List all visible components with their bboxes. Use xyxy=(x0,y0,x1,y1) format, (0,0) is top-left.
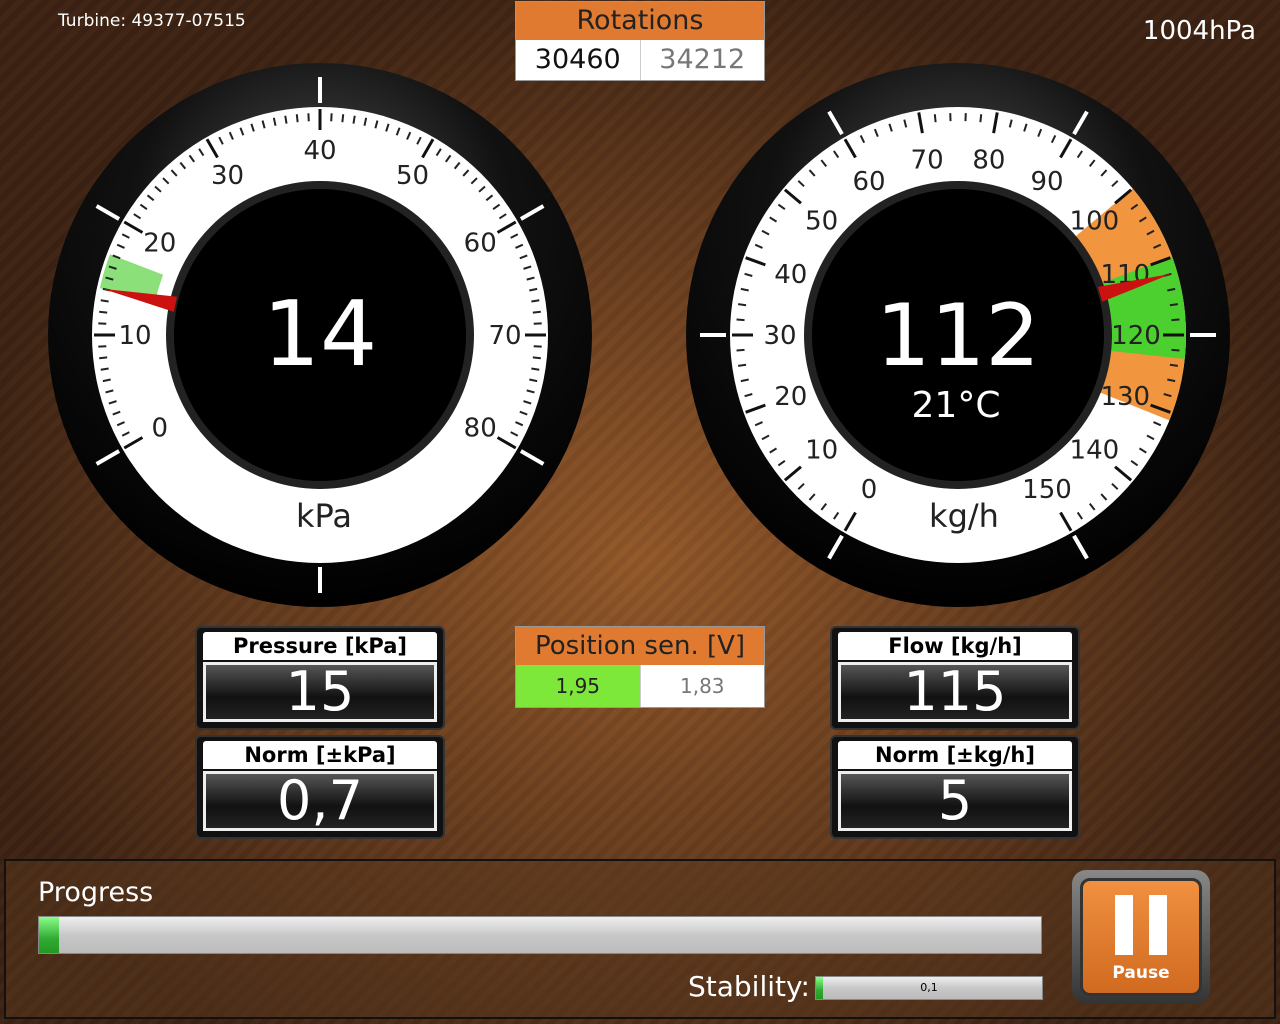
minor-tick xyxy=(284,115,288,124)
tick-label: 70 xyxy=(911,146,944,176)
panel-value: 0,7 xyxy=(203,771,437,831)
minor-tick xyxy=(738,363,747,367)
pause-icon xyxy=(1149,895,1167,955)
gauge-unit: kg/h xyxy=(929,497,999,535)
tick-label: 100 xyxy=(1070,207,1120,237)
pause-label: Pause xyxy=(1112,963,1170,983)
position-sensor-reference: 1,83 xyxy=(639,665,765,707)
tick-label: 60 xyxy=(464,229,497,259)
pressure-panel: Pressure [kPa] 15 xyxy=(195,626,445,730)
progress-label: Progress xyxy=(38,877,154,908)
gauge-unit: kPa xyxy=(296,497,352,535)
panel-title: Flow [kg/h] xyxy=(838,632,1072,660)
tick-label: 120 xyxy=(1111,321,1161,351)
minor-tick xyxy=(99,310,108,314)
position-sensor-title: Position sen. [V] xyxy=(516,627,764,665)
progress-bar xyxy=(38,916,1042,954)
minor-tick xyxy=(738,303,747,307)
tick-label: 40 xyxy=(774,260,807,290)
minor-tick xyxy=(532,356,541,360)
panel-title: Norm [±kg/h] xyxy=(838,741,1072,769)
tick-label: 150 xyxy=(1022,475,1072,505)
minor-tick xyxy=(1171,318,1180,322)
minor-tick xyxy=(295,114,299,123)
minor-tick xyxy=(933,114,937,123)
pause-button[interactable]: Pause xyxy=(1072,870,1210,1004)
tick-label: 40 xyxy=(303,136,336,166)
tick-label: 10 xyxy=(118,321,151,351)
minor-tick xyxy=(100,299,109,303)
turbine-id: Turbine: 49377-07515 xyxy=(58,11,246,31)
temperature-readout: 21°C xyxy=(912,385,1001,426)
position-sensor-value: 1,95 xyxy=(516,665,640,707)
pressure-gauge: 0 10 20 30 40 50 60 70 80 14 kPa xyxy=(48,63,592,607)
minor-tick xyxy=(352,115,356,124)
position-sensor-box: Position sen. [V] 1,95 1,83 xyxy=(515,626,765,708)
tick-label: 140 xyxy=(1070,435,1120,465)
minor-tick xyxy=(341,114,345,123)
minor-tick xyxy=(99,356,108,360)
tick-label: 50 xyxy=(396,161,429,191)
flow-norm-panel: Norm [±kg/h] 5 xyxy=(830,735,1080,839)
gauge-value: 112 xyxy=(876,286,1040,386)
rotations-title: Rotations xyxy=(516,2,764,40)
stability-label: Stability: xyxy=(688,970,810,1003)
minor-tick xyxy=(1169,303,1178,307)
flow-panel: Flow [kg/h] 115 xyxy=(830,626,1080,730)
panel-value: 15 xyxy=(203,662,437,722)
minor-tick xyxy=(1171,348,1180,352)
tick-label: 20 xyxy=(143,229,176,259)
minor-tick xyxy=(736,318,745,322)
panel-title: Norm [±kPa] xyxy=(203,741,437,769)
stability-bar: 0,1 xyxy=(815,976,1043,1000)
tick-label: 0 xyxy=(861,475,878,505)
minor-tick xyxy=(100,367,109,371)
tick-label: 20 xyxy=(774,382,807,412)
barometric-pressure: 1004hPa xyxy=(1142,16,1256,46)
progress-fill xyxy=(39,917,60,953)
gauge-value: 14 xyxy=(263,282,378,387)
stability-value: 0,1 xyxy=(920,981,938,994)
minor-tick xyxy=(531,367,540,371)
tick-label: 30 xyxy=(763,321,796,351)
tick-label: 90 xyxy=(1030,167,1063,197)
tick-label: 10 xyxy=(805,435,838,465)
panel-title: Pressure [kPa] xyxy=(203,632,437,660)
tick-label: 60 xyxy=(852,167,885,197)
pause-icon xyxy=(1115,895,1133,955)
minor-tick xyxy=(532,310,541,314)
tick-label: 80 xyxy=(972,146,1005,176)
minor-tick xyxy=(979,114,983,123)
minor-tick xyxy=(736,348,745,352)
tick-label: 50 xyxy=(805,207,838,237)
minor-tick xyxy=(531,299,540,303)
panel-value: 5 xyxy=(838,771,1072,831)
tick-label: 130 xyxy=(1100,382,1150,412)
tick-label: 0 xyxy=(152,414,169,444)
tick-label: 80 xyxy=(464,414,497,444)
panel-value: 115 xyxy=(838,662,1072,722)
tick-label: 30 xyxy=(211,161,244,191)
pressure-norm-panel: Norm [±kPa] 0,7 xyxy=(195,735,445,839)
tick-label: 70 xyxy=(488,321,521,351)
minor-tick xyxy=(1169,363,1178,367)
flow-gauge: 010203040506070 8090100110120130140150112… xyxy=(686,63,1230,607)
